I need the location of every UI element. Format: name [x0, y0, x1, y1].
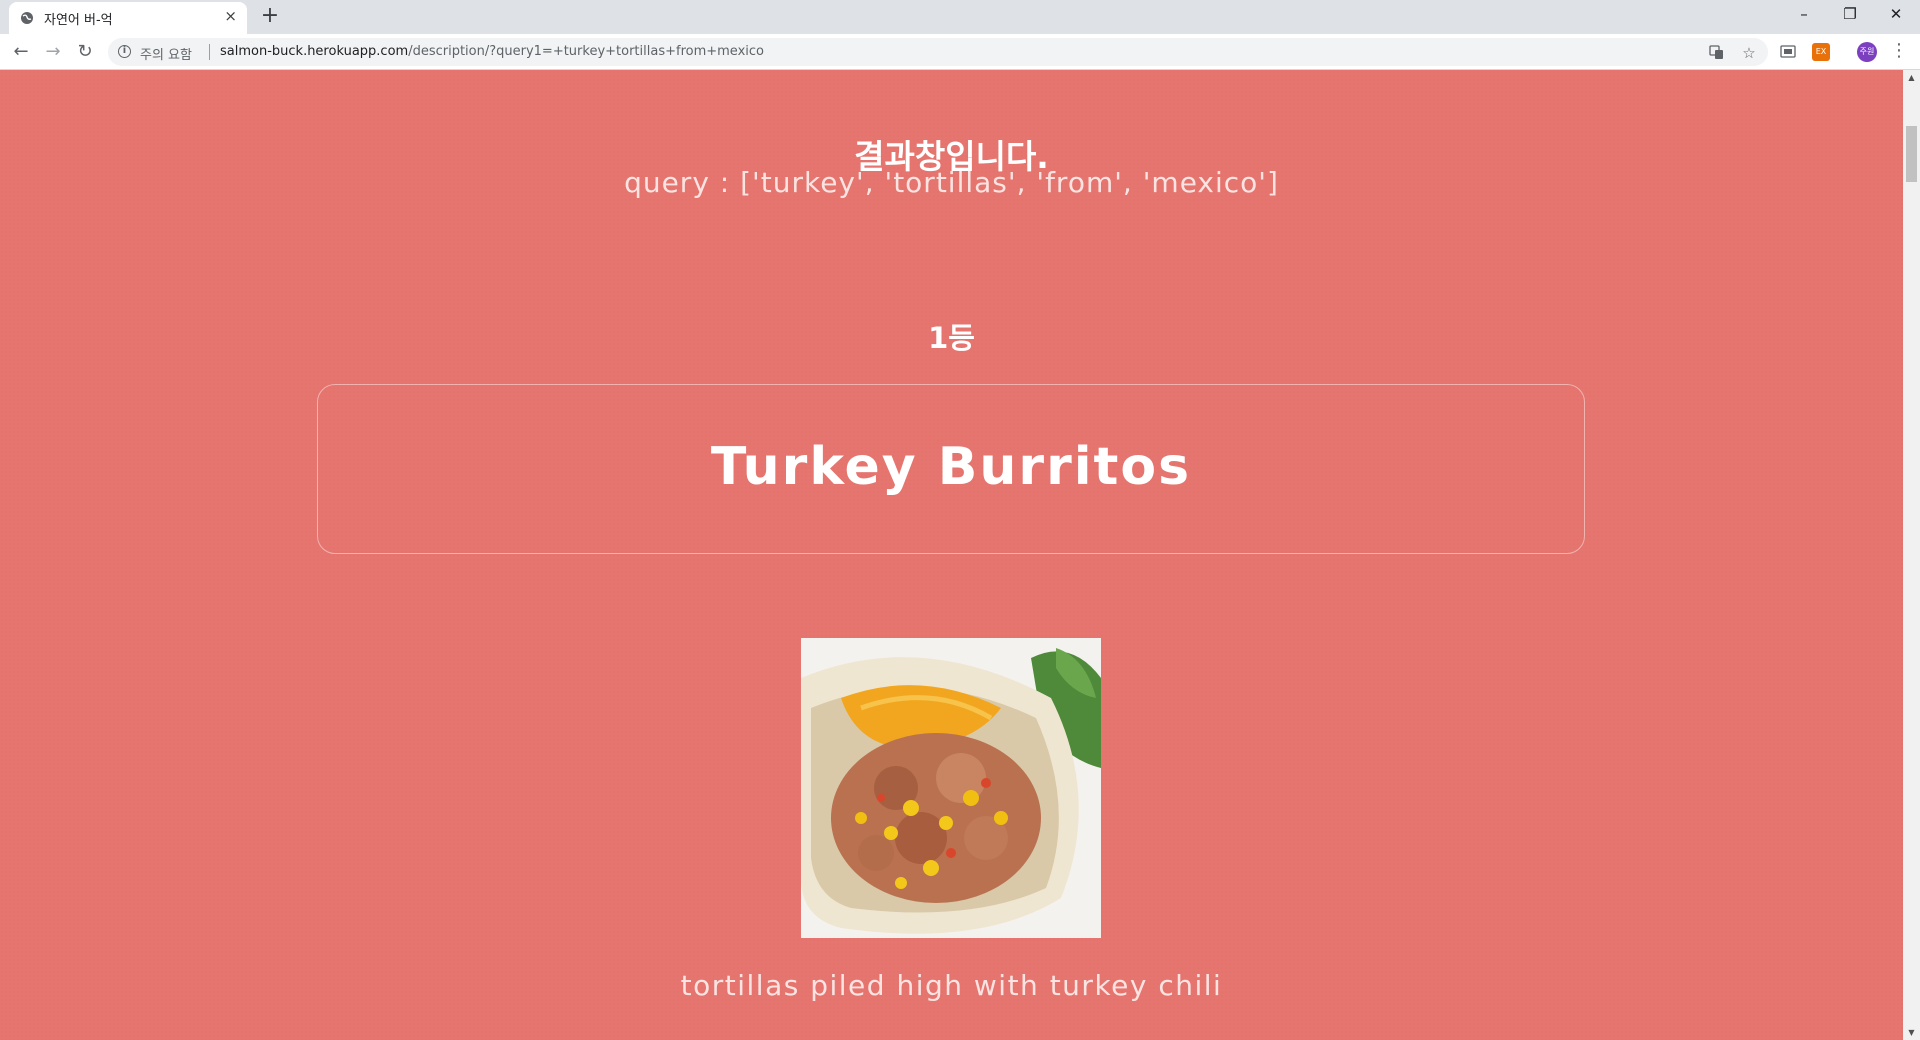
url-host: salmon-buck.herokuapp.com: [220, 44, 409, 59]
restore-button[interactable]: ❐: [1827, 0, 1873, 30]
query-text: query : ['turkey', 'tortillas', 'from', …: [624, 166, 1279, 199]
info-icon[interactable]: i: [118, 45, 131, 58]
globe-icon: [21, 12, 33, 24]
translate-icon[interactable]: [1709, 45, 1724, 60]
window-close-button[interactable]: ✕: [1873, 0, 1919, 30]
rank-label: 1등: [928, 321, 975, 355]
url-path: /description/?query1=+turkey+tortillas+f…: [408, 44, 764, 59]
scroll-down-arrow-icon[interactable]: ▼: [1903, 1028, 1920, 1037]
result-card: Turkey Burritos: [317, 384, 1585, 554]
profile-avatar[interactable]: 주원: [1857, 42, 1877, 62]
minimize-button[interactable]: –: [1781, 0, 1827, 30]
address-separator: [209, 44, 210, 60]
result-description: tortillas piled high with turkey chili: [680, 969, 1223, 1002]
address-bar[interactable]: i 주의 요함 salmon-buck.herokuapp.com/descri…: [108, 38, 1768, 66]
extension-icon[interactable]: EX: [1812, 43, 1830, 61]
menu-icon[interactable]: ⋮: [1889, 40, 1909, 61]
cast-icon[interactable]: [1780, 45, 1796, 58]
reload-button[interactable]: ↻: [73, 40, 97, 64]
url-text[interactable]: salmon-buck.herokuapp.com/description/?q…: [220, 44, 764, 59]
burrito-image: [801, 638, 1101, 938]
back-button[interactable]: ←: [9, 40, 33, 64]
scrollbar-thumb[interactable]: [1906, 126, 1917, 182]
tab-strip: 자연어 버-억 × + – ❐ ✕: [0, 0, 1920, 34]
page-scrollbar[interactable]: ▲ ▼: [1903, 70, 1920, 1040]
star-icon[interactable]: ☆: [1740, 44, 1758, 62]
security-label[interactable]: 주의 요함: [140, 44, 192, 63]
browser-tab[interactable]: 자연어 버-억 ×: [9, 2, 247, 34]
result-name: Turkey Burritos: [710, 437, 1192, 497]
browser-toolbar: ← → ↻ i 주의 요함 salmon-buck.herokuapp.com/…: [0, 34, 1920, 70]
tab-close-icon[interactable]: ×: [224, 7, 237, 25]
scroll-up-arrow-icon[interactable]: ▲: [1903, 73, 1920, 82]
new-tab-button[interactable]: +: [260, 3, 280, 28]
forward-button[interactable]: →: [41, 40, 65, 64]
page-content: 결과창입니다. query : ['turkey', 'tortillas', …: [0, 70, 1903, 1040]
tab-title: 자연어 버-억: [44, 13, 113, 28]
